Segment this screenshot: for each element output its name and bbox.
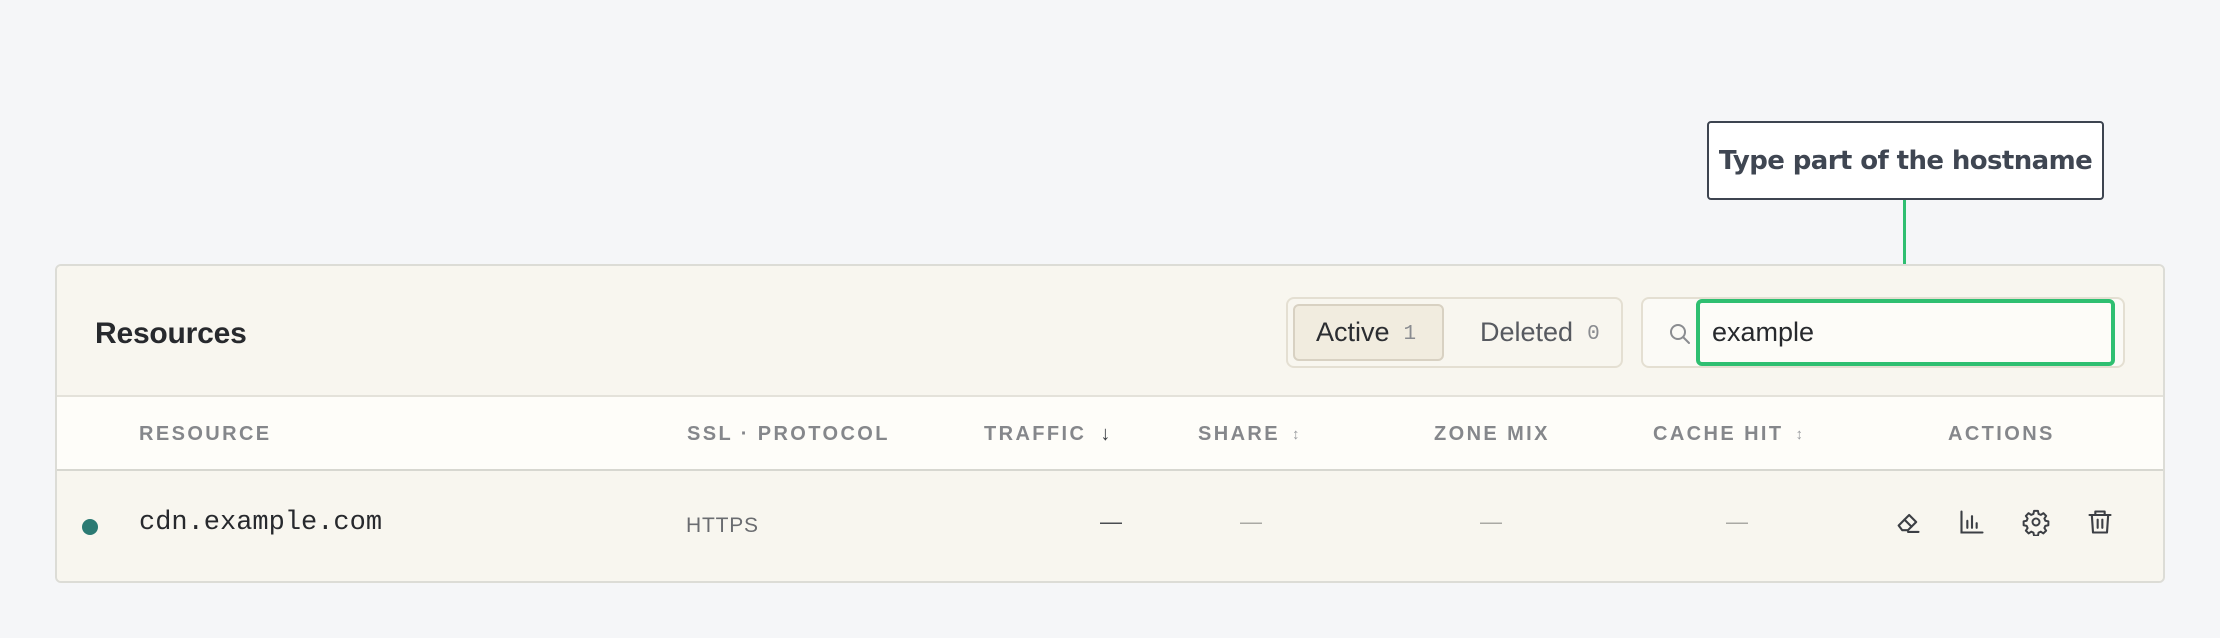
table-row: cdn.example.com HTTPS — — — — xyxy=(57,471,2163,581)
sort-icon: ↕ xyxy=(1292,426,1300,443)
hint-callout: Type part of the hostname xyxy=(1707,121,2104,200)
col-share[interactable]: SHARE ↕ xyxy=(1198,423,1300,446)
search-input[interactable] xyxy=(1696,299,2115,366)
tab-deleted-label: Deleted xyxy=(1480,317,1574,347)
tab-active-label: Active xyxy=(1316,317,1390,347)
tab-deleted-count: 0 xyxy=(1587,322,1600,346)
tab-active[interactable]: Active 1 xyxy=(1293,304,1444,361)
col-cache-hit[interactable]: CACHE HIT ↕ xyxy=(1653,423,1803,446)
resources-panel: Resources Active 1 Deleted 0 RESOURCE SS… xyxy=(55,264,2165,583)
status-filter: Active 1 Deleted 0 xyxy=(1286,297,1623,368)
search-box xyxy=(1641,297,2125,368)
col-ssl-protocol: SSL · PROTOCOL xyxy=(687,423,890,445)
resource-hostname[interactable]: cdn.example.com xyxy=(139,508,382,538)
col-zone-mix: ZONE MIX xyxy=(1434,423,1550,445)
callout-arrow-line xyxy=(1903,200,1906,274)
bar-chart-icon xyxy=(1960,510,1984,534)
sort-icon: ↕ xyxy=(1795,426,1804,443)
trash-icon xyxy=(2088,510,2112,534)
sort-desc-icon: ↓ xyxy=(1100,423,1111,445)
ssl-protocol: HTTPS xyxy=(686,514,759,537)
table-header: RESOURCE SSL · PROTOCOL TRAFFIC ↓ SHARE … xyxy=(57,397,2163,471)
statistics-button[interactable] xyxy=(1954,504,1990,540)
col-actions: ACTIONS xyxy=(1948,423,2055,445)
gear-icon xyxy=(2022,509,2050,536)
zone-mix-value: — xyxy=(1480,509,1502,534)
col-resource[interactable]: RESOURCE xyxy=(139,423,272,446)
tab-active-count: 1 xyxy=(1403,322,1417,346)
eraser-icon xyxy=(1897,513,1920,533)
panel-toolbar: Resources Active 1 Deleted 0 xyxy=(57,266,2163,397)
tab-deleted[interactable]: Deleted 0 xyxy=(1459,304,1619,361)
page-title: Resources xyxy=(95,317,247,350)
delete-button[interactable] xyxy=(2082,504,2118,540)
settings-button[interactable] xyxy=(2018,504,2054,540)
purge-cache-button[interactable] xyxy=(1890,504,1926,540)
search-icon xyxy=(1670,324,1690,344)
col-traffic[interactable]: TRAFFIC ↓ xyxy=(984,423,1110,446)
share-value: — xyxy=(1240,509,1262,534)
cache-hit-value: — xyxy=(1726,509,1748,534)
traffic-value: — xyxy=(1100,509,1122,534)
status-dot xyxy=(82,519,98,535)
